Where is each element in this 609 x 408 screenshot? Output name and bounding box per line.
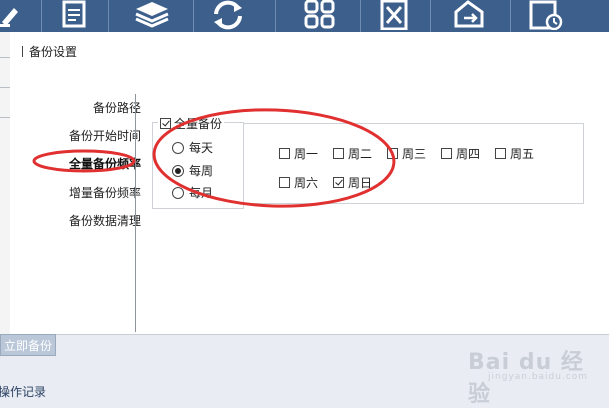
day-label: 周一 <box>294 147 319 161</box>
day-checkbox-tuesday[interactable]: 周二 <box>333 145 372 162</box>
day-label: 周四 <box>456 147 481 161</box>
radio-monthly[interactable]: 每月 <box>172 184 213 201</box>
radio-weekly-label: 每周 <box>189 164 214 178</box>
divider <box>0 117 10 118</box>
checkbox-icon[interactable] <box>279 177 290 188</box>
checkbox-checked-icon[interactable] <box>160 118 171 129</box>
divider <box>0 87 10 88</box>
day-label: 周三 <box>402 147 427 161</box>
radio-daily-label: 每天 <box>189 141 214 155</box>
day-checkbox-wednesday[interactable]: 周三 <box>387 145 426 162</box>
tools-icon[interactable] <box>376 0 412 30</box>
day-label: 周六 <box>294 176 319 190</box>
weekday-group <box>243 123 584 204</box>
day-checkbox-monday[interactable]: 周一 <box>279 145 318 162</box>
watermark-url: jingyan.baidu.com <box>488 372 589 382</box>
backup-now-button[interactable]: 立即备份 <box>0 334 56 356</box>
top-toolbar <box>0 0 609 32</box>
day-checkbox-saturday[interactable]: 周六 <box>279 174 318 191</box>
tag-icon[interactable] <box>452 0 488 30</box>
day-label: 周日 <box>348 176 373 190</box>
dialog-title-text: 备份设置 <box>29 45 78 59</box>
title-marker <box>22 46 23 57</box>
toolbar-separator <box>108 0 109 32</box>
toolbar-separator <box>41 0 42 32</box>
toolbar-separator <box>510 0 511 32</box>
nav-item-backup-path[interactable]: 备份路径 <box>0 99 141 116</box>
radio-icon[interactable] <box>172 141 184 154</box>
day-checkbox-friday[interactable]: 周五 <box>495 145 534 162</box>
grid-icon[interactable] <box>302 0 338 30</box>
checkbox-checked-icon[interactable] <box>333 177 344 188</box>
checkbox-icon[interactable] <box>333 148 344 159</box>
radio-monthly-label: 每月 <box>189 186 214 200</box>
toolbar-separator <box>193 0 194 32</box>
day-label: 周五 <box>510 147 535 161</box>
checkbox-icon[interactable] <box>495 148 506 159</box>
checkbox-icon[interactable] <box>387 148 398 159</box>
operation-log-link[interactable]: 操作记录 <box>0 383 46 400</box>
full-backup-checkbox[interactable]: 全量备份 <box>158 115 225 132</box>
calendar-clock-icon[interactable] <box>528 0 564 30</box>
toolbar-separator <box>275 0 276 32</box>
checkbox-icon[interactable] <box>441 148 452 159</box>
toolbar-separator <box>430 0 431 32</box>
day-checkbox-thursday[interactable]: 周四 <box>441 145 480 162</box>
day-label: 周二 <box>348 147 373 161</box>
day-checkbox-sunday[interactable]: 周日 <box>333 174 372 191</box>
nav-divider <box>135 94 136 332</box>
layers-icon[interactable] <box>134 0 170 30</box>
nav-item-backup-data-cleanup[interactable]: 备份数据清理 <box>0 212 141 229</box>
dialog-title: 备份设置 <box>22 43 77 60</box>
edit-icon[interactable] <box>0 0 36 30</box>
divider <box>0 57 10 58</box>
radio-selected-icon[interactable] <box>172 164 184 177</box>
nav-item-incremental-backup-frequency[interactable]: 增量备份频率 <box>0 184 141 201</box>
radio-daily[interactable]: 每天 <box>172 139 213 156</box>
checkbox-icon[interactable] <box>279 148 290 159</box>
baidu-watermark: Bai du 经验 jingyan.baidu.com <box>468 344 602 407</box>
toolbar-separator <box>360 0 361 32</box>
radio-weekly[interactable]: 每周 <box>172 162 213 179</box>
document-icon[interactable] <box>56 0 92 30</box>
radio-icon[interactable] <box>172 186 184 199</box>
nav-item-full-backup-frequency[interactable]: 全量备份频率 <box>0 155 141 172</box>
sync-icon[interactable] <box>210 0 246 30</box>
full-backup-label: 全量备份 <box>174 117 223 131</box>
nav-item-backup-start-time[interactable]: 备份开始时间 <box>0 127 141 144</box>
